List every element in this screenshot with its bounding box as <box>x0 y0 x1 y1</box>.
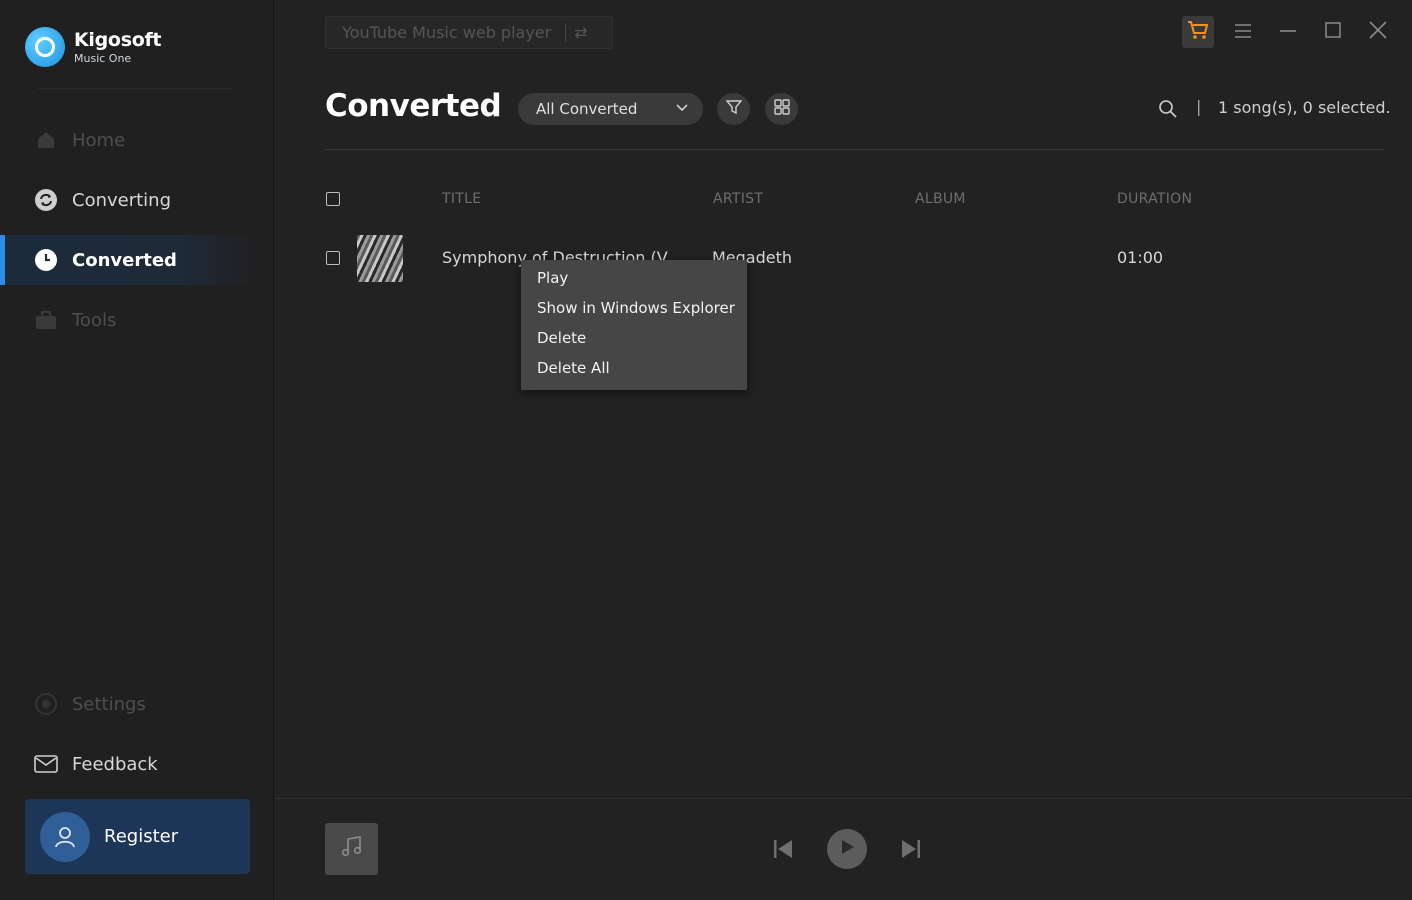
home-icon <box>34 128 58 152</box>
funnel-icon <box>725 99 742 119</box>
column-header-artist[interactable]: ARTIST <box>713 191 763 207</box>
toolbox-icon <box>34 308 58 332</box>
player-separator <box>275 798 1412 799</box>
clock-icon <box>34 248 58 272</box>
brand-name: Kigosoft <box>74 28 162 51</box>
app-logo: Kigosoft Music One <box>25 27 162 67</box>
filter-value: All Converted <box>536 100 638 118</box>
now-playing-cover <box>325 823 378 875</box>
play-button[interactable] <box>827 829 867 869</box>
maximize-icon <box>1325 21 1341 43</box>
skip-next-icon <box>899 840 923 865</box>
menu-item-show-in-explorer[interactable]: Show in Windows Explorer <box>521 296 747 326</box>
page-title: Converted <box>325 88 502 124</box>
product-name: Music One <box>74 51 132 65</box>
hamburger-icon <box>1234 22 1252 43</box>
column-header-album[interactable]: ALBUM <box>915 191 966 207</box>
sidebar-item-settings[interactable]: Settings <box>0 679 258 729</box>
sidebar-item-label: Tools <box>72 309 117 331</box>
context-menu: Play Show in Windows Explorer Delete Del… <box>521 260 747 390</box>
source-selector[interactable]: YouTube Music web player ⇄ <box>325 16 613 49</box>
sidebar-item-label: Converted <box>72 249 177 271</box>
menu-item-delete[interactable]: Delete <box>521 326 747 356</box>
menu-item-play[interactable]: Play <box>521 266 747 296</box>
source-label: YouTube Music web player <box>342 23 552 42</box>
header-separator <box>325 149 1385 150</box>
cart-button[interactable] <box>1182 16 1214 48</box>
album-thumbnail <box>357 235 403 282</box>
register-label: Register <box>104 826 179 847</box>
column-header-duration[interactable]: DURATION <box>1117 191 1192 207</box>
close-icon <box>1369 20 1387 44</box>
sidebar-item-feedback[interactable]: Feedback <box>0 739 258 789</box>
row-checkbox[interactable] <box>326 251 340 265</box>
minimize-icon <box>1279 22 1297 43</box>
menu-item-delete-all[interactable]: Delete All <box>521 356 747 386</box>
sidebar-item-converted[interactable]: Converted <box>0 235 258 285</box>
mail-icon <box>34 752 58 776</box>
sidebar-item-label: Converting <box>72 189 172 211</box>
music-note-icon <box>339 833 365 865</box>
maximize-button[interactable] <box>1321 20 1345 44</box>
sidebar-item-tools[interactable]: Tools <box>0 295 258 345</box>
grid-view-button[interactable] <box>765 93 798 125</box>
logo-icon <box>25 27 65 67</box>
next-button[interactable] <box>899 837 923 861</box>
grid-icon <box>773 99 790 119</box>
column-header-title[interactable]: TITLE <box>442 191 481 207</box>
filter-dropdown[interactable]: All Converted <box>518 93 703 125</box>
swap-icon: ⇄ <box>565 23 588 42</box>
converting-icon <box>34 188 58 212</box>
chevron-down-icon <box>675 100 689 118</box>
sidebar-divider <box>38 88 232 89</box>
gear-icon <box>34 692 58 716</box>
sidebar-item-converting[interactable]: Converting <box>0 175 258 225</box>
search-icon[interactable] <box>1158 99 1178 119</box>
close-button[interactable] <box>1366 20 1390 44</box>
row-duration: 01:00 <box>1117 248 1164 267</box>
cart-icon <box>1187 20 1209 45</box>
select-all-checkbox[interactable] <box>326 192 340 206</box>
filter-button[interactable] <box>717 93 750 125</box>
sidebar-item-home[interactable]: Home <box>0 115 258 165</box>
sidebar: Kigosoft Music One Home Converting Conve… <box>0 0 274 900</box>
sidebar-item-label: Settings <box>72 693 146 715</box>
previous-button[interactable] <box>771 837 795 861</box>
minimize-button[interactable] <box>1276 20 1300 44</box>
header-divider: | <box>1196 97 1202 116</box>
register-button[interactable]: Register <box>25 799 250 874</box>
user-icon <box>40 811 90 862</box>
sidebar-item-label: Home <box>72 129 126 151</box>
skip-previous-icon <box>771 840 795 865</box>
menu-button[interactable] <box>1231 20 1255 44</box>
play-icon <box>838 838 856 860</box>
sidebar-item-label: Feedback <box>72 753 158 775</box>
song-count: 1 song(s), 0 selected. <box>1218 98 1391 117</box>
